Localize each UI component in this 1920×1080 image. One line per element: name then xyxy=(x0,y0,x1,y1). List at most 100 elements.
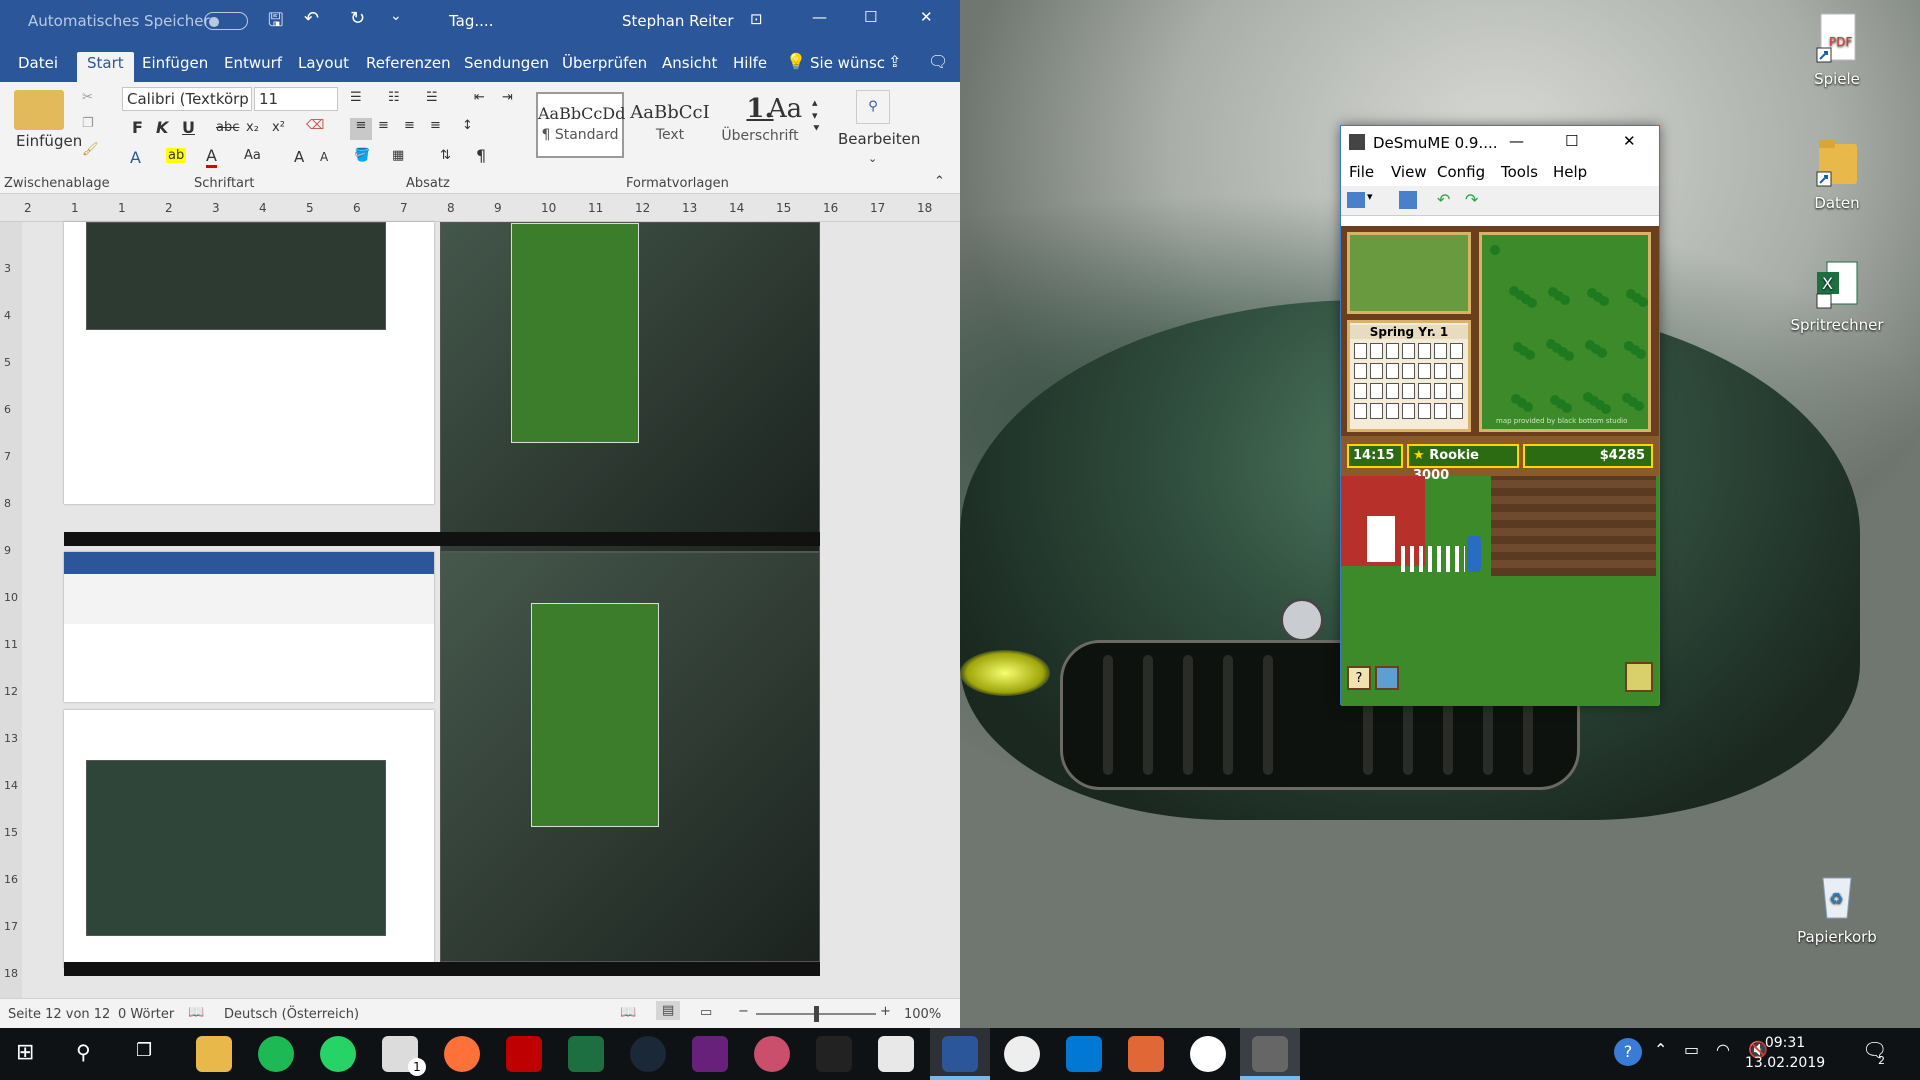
italic-button[interactable]: K xyxy=(156,118,168,137)
tab-datei[interactable]: Datei xyxy=(8,52,68,82)
autosave-toggle[interactable] xyxy=(204,12,248,30)
horizontal-ruler[interactable]: 2 1 1 2 3 4 5 6 7 8 9 10 11 12 13 14 15 16 17 18 xyxy=(0,194,960,222)
sort-icon[interactable]: ⇅ xyxy=(440,148,451,163)
maximize-icon[interactable]: ☐ xyxy=(864,8,877,26)
justify-icon[interactable]: ≡ xyxy=(430,118,441,133)
align-left-icon[interactable]: ≡ xyxy=(350,118,372,140)
copy-icon[interactable]: ❐ xyxy=(82,116,94,131)
style-title[interactable]: Aa xyxy=(760,92,810,158)
menu-help[interactable]: Help xyxy=(1553,163,1587,181)
redo-icon[interactable]: ↻ xyxy=(350,8,365,29)
close-icon[interactable]: ✕ xyxy=(1623,132,1636,150)
word-icon[interactable] xyxy=(942,1036,978,1072)
zoom-slider[interactable] xyxy=(756,1006,876,1022)
show-hidden-icons[interactable]: ⌃ xyxy=(1654,1040,1667,1059)
close-icon[interactable]: ✕ xyxy=(920,8,933,26)
tab-referenzen[interactable]: Referenzen xyxy=(356,52,461,82)
shading-icon[interactable]: 🪣 xyxy=(354,148,370,163)
menu-tools[interactable]: Tools xyxy=(1501,163,1538,181)
search-icon[interactable]: ⚲ xyxy=(76,1040,91,1064)
styles-scroll-icon[interactable]: ▴ ▾ ⯆ xyxy=(812,96,821,136)
desmume-icon[interactable] xyxy=(1252,1036,1288,1072)
language[interactable]: Deutsch (Österreich) xyxy=(224,1007,359,1022)
align-right-icon[interactable]: ≡ xyxy=(404,118,415,133)
zoom-slider-thumb[interactable] xyxy=(814,1006,819,1022)
minimize-icon[interactable]: — xyxy=(812,8,827,26)
read-mode-icon[interactable]: 📖 xyxy=(620,1005,636,1020)
filezilla-icon[interactable] xyxy=(506,1036,542,1072)
page-count[interactable]: Seite 12 von 12 xyxy=(8,1007,110,1022)
menu-view[interactable]: View xyxy=(1391,163,1427,181)
menu-file[interactable]: File xyxy=(1349,163,1374,181)
shrink-font-button[interactable]: A xyxy=(320,150,328,164)
edit-expand-icon[interactable]: ⌄ xyxy=(868,152,877,165)
tab-start[interactable]: Start xyxy=(77,52,134,82)
strikethrough-button[interactable]: abc xyxy=(216,120,239,135)
start-button[interactable]: ⊞ xyxy=(16,1040,34,1065)
font-color-icon[interactable]: A xyxy=(206,146,217,168)
grow-font-button[interactable]: A xyxy=(294,148,304,166)
inkscape-icon[interactable] xyxy=(816,1036,852,1072)
decrease-indent-icon[interactable]: ⇤ xyxy=(474,90,485,105)
style-text[interactable]: AaBbCcI Text xyxy=(626,92,714,158)
tool-slot-icon[interactable] xyxy=(1375,666,1399,690)
text-effects-icon[interactable]: A xyxy=(130,148,141,167)
vertical-ruler[interactable]: 3 4 5 6 7 8 9 10 11 12 13 14 15 16 17 18 xyxy=(0,222,22,998)
help-icon[interactable]: ? xyxy=(1347,666,1371,690)
tab-entwurf[interactable]: Entwurf xyxy=(214,52,292,82)
open-recent-icon[interactable]: ▾ xyxy=(1367,190,1373,203)
open-rom-icon[interactable] xyxy=(1347,192,1365,208)
matlab-icon[interactable] xyxy=(1128,1036,1164,1072)
pause-icon[interactable] xyxy=(1399,191,1417,209)
highlight-icon[interactable]: ab xyxy=(166,148,187,163)
excel-icon[interactable] xyxy=(568,1036,604,1072)
borders-icon[interactable]: ▦ xyxy=(392,148,404,163)
increase-indent-icon[interactable]: ⇥ xyxy=(502,90,513,105)
file-explorer-icon[interactable] xyxy=(196,1036,232,1072)
superscript-button[interactable]: x² xyxy=(272,120,285,135)
style-standard[interactable]: AaBbCcDd ¶ Standard xyxy=(536,92,625,158)
help-tray-icon[interactable]: ? xyxy=(1614,1038,1642,1066)
rotate-left-icon[interactable]: ↶ xyxy=(1437,190,1450,209)
customize-toolbar-icon[interactable]: ⌄ xyxy=(390,8,402,24)
paste-label[interactable]: Einfügen xyxy=(16,132,82,150)
desktop-icon-spiele[interactable]: PDF Spiele xyxy=(1782,12,1892,88)
firefox-icon[interactable] xyxy=(444,1036,480,1072)
wifi-icon[interactable]: ◠ xyxy=(1716,1040,1730,1059)
ribbon-display-icon[interactable]: ⊡ xyxy=(750,10,763,28)
web-layout-icon[interactable]: ▭ xyxy=(700,1005,712,1020)
subscript-button[interactable]: x₂ xyxy=(246,120,259,135)
font-name-combo[interactable]: Calibri (Textkörp xyxy=(122,87,252,111)
rotate-right-icon[interactable]: ↷ xyxy=(1465,190,1478,209)
underline-button[interactable]: U xyxy=(182,118,195,137)
tell-me-search[interactable]: Sie wünsc xyxy=(800,52,895,82)
word-count[interactable]: 0 Wörter xyxy=(118,1007,174,1022)
paint-app-icon[interactable] xyxy=(754,1036,790,1072)
maximize-icon[interactable]: ☐ xyxy=(1565,132,1578,150)
numbering-icon[interactable]: ☷ xyxy=(388,90,400,105)
desktop-icon-daten[interactable]: Daten xyxy=(1782,136,1892,212)
undo-icon[interactable]: ↶ xyxy=(304,8,319,29)
tab-sendungen[interactable]: Sendungen xyxy=(454,52,559,82)
vscode-icon[interactable] xyxy=(1066,1036,1102,1072)
visual-studio-icon[interactable] xyxy=(692,1036,728,1072)
format-painter-icon[interactable]: 🖌 xyxy=(82,142,99,157)
change-case-button[interactable]: Aa xyxy=(244,148,261,163)
line-spacing-icon[interactable]: ↕ xyxy=(462,118,473,133)
save-icon[interactable]: 🖫 xyxy=(268,8,283,38)
tab-hilfe[interactable]: Hilfe xyxy=(723,52,777,82)
unity-hub-icon[interactable] xyxy=(1004,1036,1040,1072)
whatsapp-icon[interactable] xyxy=(320,1036,356,1072)
bullets-icon[interactable]: ☰ xyxy=(350,90,362,105)
share-icon[interactable]: ⇪ xyxy=(888,52,901,71)
clear-formatting-icon[interactable]: ⌫ xyxy=(306,118,324,133)
steam-icon[interactable] xyxy=(630,1036,666,1072)
document-area[interactable] xyxy=(0,222,960,998)
task-view-icon[interactable]: ❐ xyxy=(136,1040,152,1061)
battery-icon[interactable]: ▭ xyxy=(1684,1040,1699,1059)
print-layout-icon[interactable]: ▤ xyxy=(656,1001,681,1020)
align-center-icon[interactable]: ≡ xyxy=(378,118,389,133)
edit-label[interactable]: Bearbeiten xyxy=(838,130,920,148)
desktop-icon-papierkorb[interactable]: ♻ Papierkorb xyxy=(1782,870,1892,946)
comments-icon[interactable]: 🗨 xyxy=(928,52,948,71)
